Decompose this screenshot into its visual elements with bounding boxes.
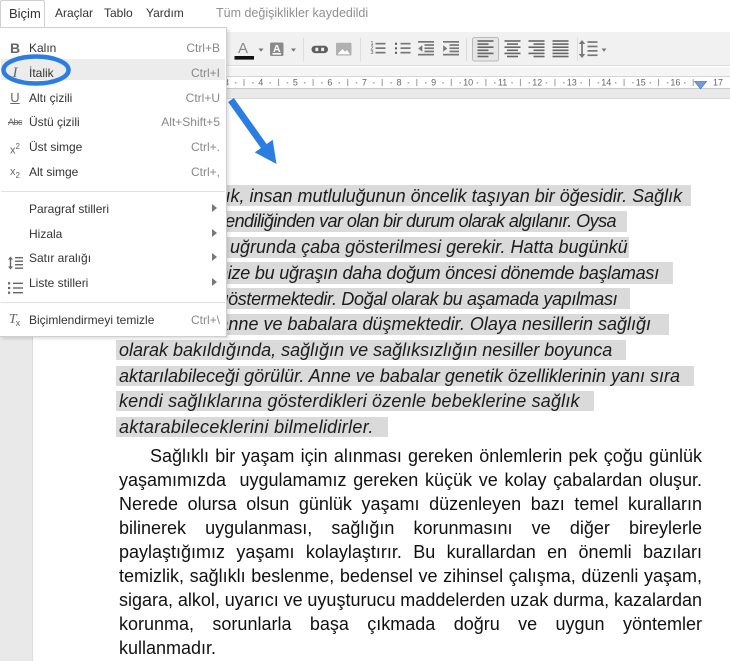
svg-text:11: 11 [498, 78, 507, 88]
svg-text:12: 12 [532, 78, 542, 88]
svg-text:13: 13 [567, 78, 577, 88]
svg-text:16: 16 [670, 78, 680, 88]
svg-text:3: 3 [370, 50, 373, 56]
svg-text:10: 10 [463, 78, 473, 88]
svg-text:17: 17 [713, 78, 723, 88]
svg-text:8: 8 [396, 78, 401, 88]
svg-text:6: 6 [327, 78, 332, 88]
svg-text:A: A [238, 40, 248, 57]
svg-text:4: 4 [258, 78, 263, 88]
svg-text:5: 5 [293, 78, 298, 88]
svg-text:9: 9 [431, 78, 436, 88]
svg-text:14: 14 [601, 78, 611, 88]
svg-text:7: 7 [362, 78, 367, 88]
svg-text:15: 15 [636, 78, 646, 88]
